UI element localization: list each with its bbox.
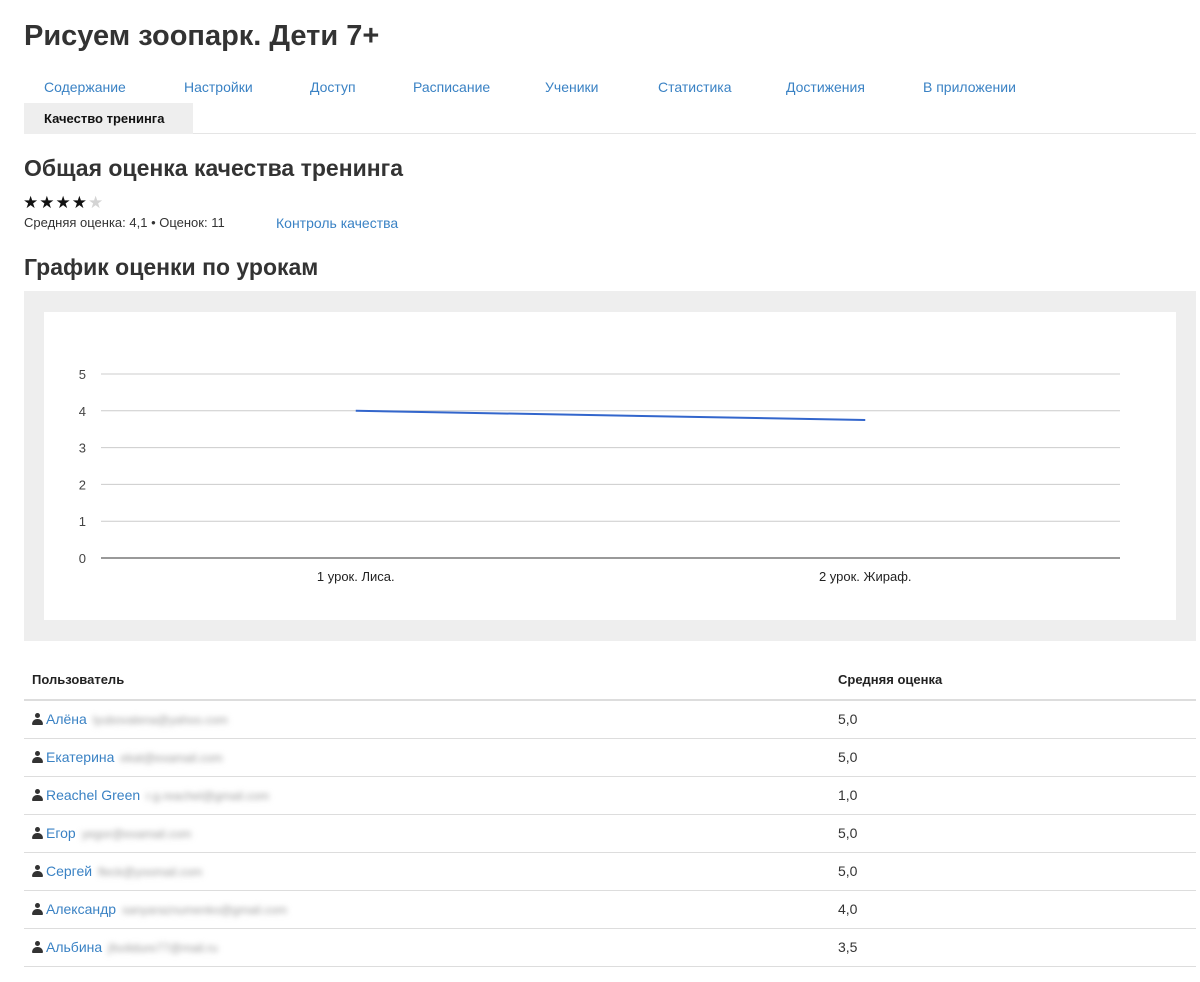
user-email: lyubovalena@yahoo.com xyxy=(92,713,228,728)
y-tick-label: 2 xyxy=(79,477,86,492)
tab-training-quality[interactable]: Качество тренинга xyxy=(24,103,193,134)
user-name-link[interactable]: Сергей xyxy=(46,863,92,879)
lesson-rating-chart: 0 1 2 3 4 5 1 урок. Лиса. 2 урок. Жираф. xyxy=(79,367,1120,584)
lesson-chart-heading: График оценки по урокам xyxy=(24,254,319,280)
user-email: fleck@yoomail.com xyxy=(98,865,203,879)
user-name-link[interactable]: Екатерина xyxy=(46,749,114,765)
series-line xyxy=(355,409,866,421)
user-name-link[interactable]: Егор xyxy=(46,825,76,841)
y-tick-label: 4 xyxy=(79,404,86,419)
average-rating: 3,5 xyxy=(830,928,1196,967)
user-icon xyxy=(32,827,43,839)
chart-area: 0 1 2 3 4 5 1 урок. Лиса. 2 урок. Жираф. xyxy=(44,312,1176,620)
tab-schedule[interactable]: Расписание xyxy=(413,79,490,95)
user-cell: Сергей fleck@yoomail.com xyxy=(24,852,830,891)
x-tick-label: 1 урок. Лиса. xyxy=(317,569,395,584)
x-tick-label: 2 урок. Жираф. xyxy=(819,569,912,584)
average-rating: 1,0 xyxy=(830,776,1196,815)
y-tick-label: 0 xyxy=(79,551,86,566)
column-header-average: Средняя оценка xyxy=(830,660,1196,701)
tab-students[interactable]: Ученики xyxy=(545,79,598,95)
average-rating: 4,0 xyxy=(830,890,1196,929)
user-cell: Альбина jfsolidure77@mail.ru xyxy=(24,928,830,967)
user-cell: Екатерина ekat@examail.com xyxy=(24,738,830,777)
page-title: Рисуем зоопарк. Дети 7+ xyxy=(24,20,380,52)
tab-achievements[interactable]: Достижения xyxy=(786,79,865,95)
tab-content[interactable]: Содержание xyxy=(44,79,126,95)
y-tick-label: 1 xyxy=(79,514,86,529)
user-ratings-table: Пользователь Средняя оценка Алёна lyubova… xyxy=(24,660,1196,967)
average-rating: 5,0 xyxy=(830,700,1196,739)
user-cell: Алёна lyubovalena@yahoo.com xyxy=(24,700,830,739)
chart-panel: 0 1 2 3 4 5 1 урок. Лиса. 2 урок. Жираф. xyxy=(24,291,1196,641)
table-row: Екатерина ekat@examail.com 5,0 xyxy=(24,738,1196,777)
user-email: yegor@examail.com xyxy=(81,827,192,841)
user-icon xyxy=(32,941,43,953)
y-tick-label: 3 xyxy=(79,441,86,456)
quality-heading: Общая оценка качества тренинга xyxy=(24,155,403,181)
rating-stars: ★★★★★ xyxy=(23,193,104,213)
y-tick-label: 5 xyxy=(79,367,86,382)
table-row: Reachel Green r.g.reachel@gmail.com 1,0 xyxy=(24,776,1196,815)
tab-settings[interactable]: Настройки xyxy=(184,79,253,95)
table-header-row: Пользователь Средняя оценка xyxy=(24,660,1196,701)
table-row: Егор yegor@examail.com 5,0 xyxy=(24,814,1196,853)
average-rating: 5,0 xyxy=(830,852,1196,891)
user-name-link[interactable]: Алёна xyxy=(46,711,87,727)
user-email: r.g.reachel@gmail.com xyxy=(146,789,270,803)
rating-summary: Средняя оценка: 4,1 • Оценок: 11 xyxy=(24,215,225,230)
user-cell: Александр sanyaraznumenko@gmail.com xyxy=(24,890,830,929)
user-name-link[interactable]: Reachel Green xyxy=(46,787,140,803)
user-icon xyxy=(32,865,43,877)
user-email: jfsolidure77@mail.ru xyxy=(108,941,218,955)
user-cell: Егор yegor@examail.com xyxy=(24,814,830,853)
star-filled-icon: ★ xyxy=(39,193,56,212)
tab-access[interactable]: Доступ xyxy=(310,79,356,95)
tab-statistics[interactable]: Статистика xyxy=(658,79,732,95)
star-empty-icon: ★ xyxy=(88,193,105,212)
user-cell: Reachel Green r.g.reachel@gmail.com xyxy=(24,776,830,815)
average-rating: 5,0 xyxy=(830,738,1196,777)
table-row: Александр sanyaraznumenko@gmail.com 4,0 xyxy=(24,890,1196,929)
quality-control-link[interactable]: Контроль качества xyxy=(276,215,398,231)
tab-in-app[interactable]: В приложении xyxy=(923,79,1016,95)
table-row: Сергей fleck@yoomail.com 5,0 xyxy=(24,852,1196,891)
table-row: Алёна lyubovalena@yahoo.com 5,0 xyxy=(24,700,1196,739)
tab-bar: Содержание Настройки Доступ Расписание У… xyxy=(24,70,1196,134)
user-icon xyxy=(32,789,43,801)
star-filled-icon: ★ xyxy=(71,193,88,212)
user-name-link[interactable]: Александр xyxy=(46,901,116,917)
star-filled-icon: ★ xyxy=(55,193,72,212)
average-rating: 5,0 xyxy=(830,814,1196,853)
user-name-link[interactable]: Альбина xyxy=(46,939,102,955)
star-filled-icon: ★ xyxy=(23,193,40,212)
user-icon xyxy=(32,903,43,915)
user-icon xyxy=(32,751,43,763)
user-icon xyxy=(32,713,43,726)
column-header-user: Пользователь xyxy=(24,660,830,701)
user-email: ekat@examail.com xyxy=(120,751,223,765)
user-email: sanyaraznumenko@gmail.com xyxy=(122,903,287,917)
table-row: Альбина jfsolidure77@mail.ru 3,5 xyxy=(24,928,1196,967)
